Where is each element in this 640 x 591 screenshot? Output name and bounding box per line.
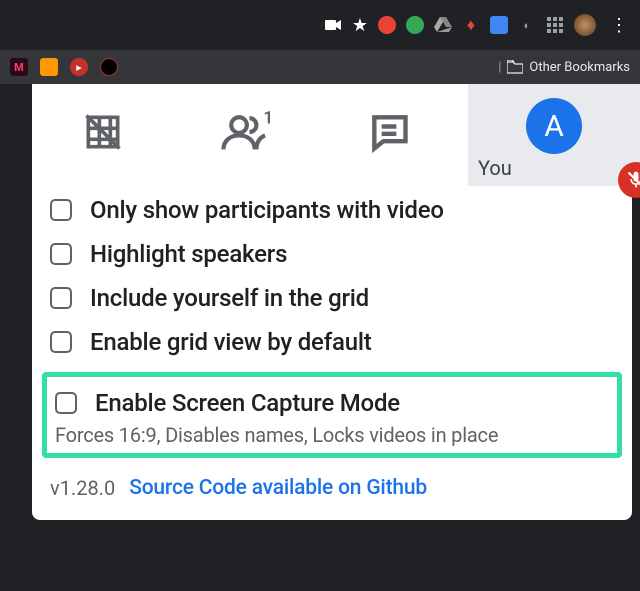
- checkbox[interactable]: [50, 331, 72, 353]
- bookmark-play-icon[interactable]: ▸: [70, 58, 88, 76]
- popup-footer: v1.28.0 Source Code available on Github: [32, 458, 632, 500]
- ext-green-circle-icon[interactable]: [406, 16, 424, 34]
- browser-toolbar: ★ ♦ ◐ ⋮: [0, 0, 640, 50]
- tab-people[interactable]: 1: [175, 84, 318, 180]
- avatar: A: [526, 98, 582, 154]
- svg-text:1: 1: [264, 110, 273, 128]
- checkbox[interactable]: [50, 287, 72, 309]
- bookmarks-bar: M ▸ | Other Bookmarks: [0, 50, 640, 84]
- profile-avatar-icon[interactable]: [574, 14, 596, 36]
- option-screen-capture[interactable]: Enable Screen Capture Mode: [55, 387, 609, 419]
- screen-capture-description: Forces 16:9, Disables names, Locks video…: [55, 423, 609, 447]
- option-label: Enable Screen Capture Mode: [95, 389, 400, 417]
- chat-icon: [367, 110, 411, 154]
- ext-red-icon[interactable]: [378, 16, 396, 34]
- self-view-tile[interactable]: A You: [468, 84, 640, 186]
- other-bookmarks-label: Other Bookmarks: [529, 60, 630, 75]
- star-icon[interactable]: ★: [352, 16, 368, 34]
- ext-grid-icon[interactable]: [546, 16, 564, 34]
- grid-off-icon: [81, 110, 125, 154]
- self-view-label: You: [478, 156, 512, 180]
- options-list: Only show participants with video Highli…: [32, 180, 632, 364]
- browser-menu-icon[interactable]: ⋮: [606, 15, 632, 36]
- tab-layout[interactable]: [32, 84, 175, 180]
- ext-shield-icon[interactable]: ♦: [462, 16, 480, 34]
- option-highlight-speakers[interactable]: Highlight speakers: [50, 232, 614, 276]
- bookmark-orange-icon[interactable]: [40, 58, 58, 76]
- bookmark-dark-circle-icon[interactable]: [100, 58, 118, 76]
- screen-capture-highlight: Enable Screen Capture Mode Forces 16:9, …: [42, 372, 622, 458]
- source-code-link[interactable]: Source Code available on Github: [129, 476, 427, 500]
- bookmark-separator: |: [498, 60, 501, 75]
- checkbox[interactable]: [50, 199, 72, 221]
- option-only-video[interactable]: Only show participants with video: [50, 188, 614, 232]
- people-icon: 1: [220, 110, 272, 154]
- tab-chat[interactable]: [318, 84, 461, 180]
- folder-icon: [507, 60, 523, 74]
- option-default-grid[interactable]: Enable grid view by default: [50, 320, 614, 364]
- option-include-self[interactable]: Include yourself in the grid: [50, 276, 614, 320]
- option-label: Enable grid view by default: [90, 328, 372, 356]
- other-bookmarks-button[interactable]: | Other Bookmarks: [498, 60, 630, 75]
- option-label: Only show participants with video: [90, 196, 444, 224]
- option-label: Include yourself in the grid: [90, 284, 369, 312]
- ext-drive-icon[interactable]: [434, 16, 452, 34]
- checkbox[interactable]: [50, 243, 72, 265]
- ext-blue-square-icon[interactable]: [490, 16, 508, 34]
- version-label: v1.28.0: [50, 476, 115, 500]
- option-label: Highlight speakers: [90, 240, 287, 268]
- bookmark-m-icon[interactable]: M: [10, 58, 28, 76]
- ext-bulb-icon[interactable]: ◐: [518, 16, 536, 34]
- checkbox[interactable]: [55, 392, 77, 414]
- camera-icon[interactable]: [324, 16, 342, 34]
